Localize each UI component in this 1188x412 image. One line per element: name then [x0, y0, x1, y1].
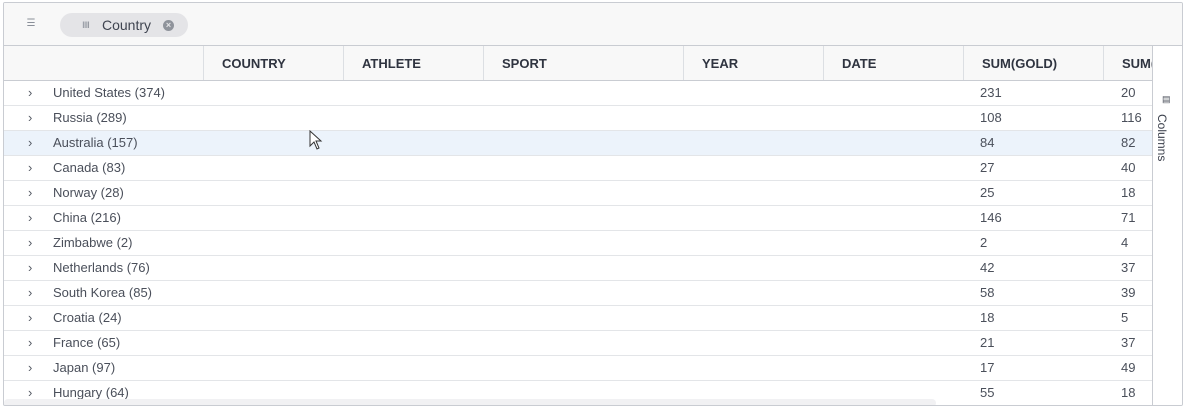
sum-silver-cell: 4: [1121, 235, 1129, 250]
mouse-cursor-icon: [309, 130, 323, 150]
group-name: Canada (83): [53, 160, 126, 175]
group-row[interactable]: › Australia (157) 84 82: [4, 131, 1152, 156]
sum-gold-cell: 231: [980, 85, 1002, 100]
group-row[interactable]: › Zimbabwe (2) 2 4: [4, 231, 1152, 256]
expand-chevron-icon[interactable]: ›: [28, 206, 32, 230]
grid-frame: ☰ ⅢⅠ Country × COUNTRY ATHLETE SPORT YEA…: [3, 2, 1183, 406]
header-row: COUNTRY ATHLETE SPORT YEAR DATE SUM(GOLD…: [4, 46, 1152, 81]
group-row[interactable]: › Netherlands (76) 42 37: [4, 256, 1152, 281]
sum-gold-cell: 42: [980, 260, 995, 275]
horizontal-scrollbar[interactable]: [4, 399, 936, 405]
group-row[interactable]: › Russia (289) 108 116: [4, 106, 1152, 131]
remove-group-icon[interactable]: ×: [163, 19, 175, 31]
sum-gold-cell: 25: [980, 185, 995, 200]
header-group[interactable]: [4, 46, 204, 80]
header-date[interactable]: DATE: [824, 46, 964, 80]
sum-gold-cell: 146: [980, 210, 1002, 225]
expand-chevron-icon[interactable]: ›: [28, 356, 32, 380]
group-row[interactable]: › United States (374) 231 20: [4, 81, 1152, 106]
sum-gold-cell: 84: [980, 135, 995, 150]
sum-gold-cell: 17: [980, 360, 995, 375]
expand-chevron-icon[interactable]: ›: [28, 181, 32, 205]
group-name: Croatia (24): [53, 310, 122, 325]
sum-silver-cell: 116: [1121, 110, 1142, 125]
sum-silver-cell: 82: [1121, 135, 1136, 150]
columns-tab[interactable]: Columns: [1155, 114, 1169, 161]
sum-silver-cell: 37: [1121, 335, 1136, 350]
expand-chevron-icon[interactable]: ›: [28, 156, 32, 180]
header-sport[interactable]: SPORT: [484, 46, 684, 80]
group-row[interactable]: › Norway (28) 25 18: [4, 181, 1152, 206]
sum-silver-cell: 71: [1121, 210, 1136, 225]
sum-silver-cell: 20: [1121, 85, 1136, 100]
header-country[interactable]: COUNTRY: [204, 46, 344, 80]
group-name: Japan (97): [53, 360, 116, 375]
group-row[interactable]: › South Korea (85) 58 39: [4, 281, 1152, 306]
group-name: Zimbabwe (2): [53, 235, 133, 250]
group-name: Norway (28): [53, 185, 124, 200]
sum-silver-cell: 5: [1121, 310, 1129, 325]
expand-chevron-icon[interactable]: ›: [28, 256, 32, 280]
sum-gold-cell: 58: [980, 285, 995, 300]
sum-silver-cell: 37: [1121, 260, 1136, 275]
header-sum-silver[interactable]: SUM(: [1104, 46, 1152, 80]
expand-chevron-icon[interactable]: ›: [28, 331, 32, 355]
group-chip-label: Country: [102, 17, 152, 33]
sum-silver-cell: 49: [1121, 360, 1136, 375]
group-name: Netherlands (76): [53, 260, 150, 275]
data-grid: COUNTRY ATHLETE SPORT YEAR DATE SUM(GOLD…: [4, 46, 1152, 405]
sum-gold-cell: 55: [980, 385, 995, 400]
sum-gold-cell: 21: [980, 335, 995, 350]
group-name: United States (374): [53, 85, 166, 100]
sum-silver-cell: 39: [1121, 285, 1136, 300]
group-chip-country[interactable]: ⅢⅠ Country ×: [60, 13, 188, 37]
expand-chevron-icon[interactable]: ›: [28, 231, 32, 255]
group-name: Russia (289): [53, 110, 127, 125]
header-athlete[interactable]: ATHLETE: [344, 46, 484, 80]
expand-chevron-icon[interactable]: ›: [28, 131, 32, 155]
sum-gold-cell: 108: [980, 110, 1002, 125]
group-name: Australia (157): [53, 135, 138, 150]
drag-handle-icon[interactable]: ⅢⅠ: [82, 20, 94, 31]
columns-icon[interactable]: ▤: [1162, 94, 1171, 105]
group-name: France (65): [53, 335, 121, 350]
sum-gold-cell: 27: [980, 160, 995, 175]
expand-chevron-icon[interactable]: ›: [28, 106, 32, 130]
header-sum-gold[interactable]: SUM(GOLD): [964, 46, 1104, 80]
expand-chevron-icon[interactable]: ›: [28, 281, 32, 305]
group-row[interactable]: › France (65) 21 37: [4, 331, 1152, 356]
group-name: China (216): [53, 210, 121, 225]
group-row[interactable]: › Japan (97) 17 49: [4, 356, 1152, 381]
group-panel-icon: ☰: [26, 18, 36, 29]
sum-gold-cell: 18: [980, 310, 995, 325]
expand-chevron-icon[interactable]: ›: [28, 81, 32, 105]
group-row[interactable]: › Canada (83) 27 40: [4, 156, 1152, 181]
sum-silver-cell: 18: [1121, 385, 1136, 400]
group-row[interactable]: › China (216) 146 71: [4, 206, 1152, 231]
group-row[interactable]: › Croatia (24) 18 5: [4, 306, 1152, 331]
sum-silver-cell: 18: [1121, 185, 1136, 200]
row-group-panel: ☰ ⅢⅠ Country ×: [4, 3, 1182, 46]
header-year[interactable]: YEAR: [684, 46, 824, 80]
sum-gold-cell: 2: [980, 235, 988, 250]
expand-chevron-icon[interactable]: ›: [28, 306, 32, 330]
sum-silver-cell: 40: [1121, 160, 1136, 175]
group-name: South Korea (85): [53, 285, 153, 300]
side-bar: ▤ Columns: [1152, 46, 1182, 405]
